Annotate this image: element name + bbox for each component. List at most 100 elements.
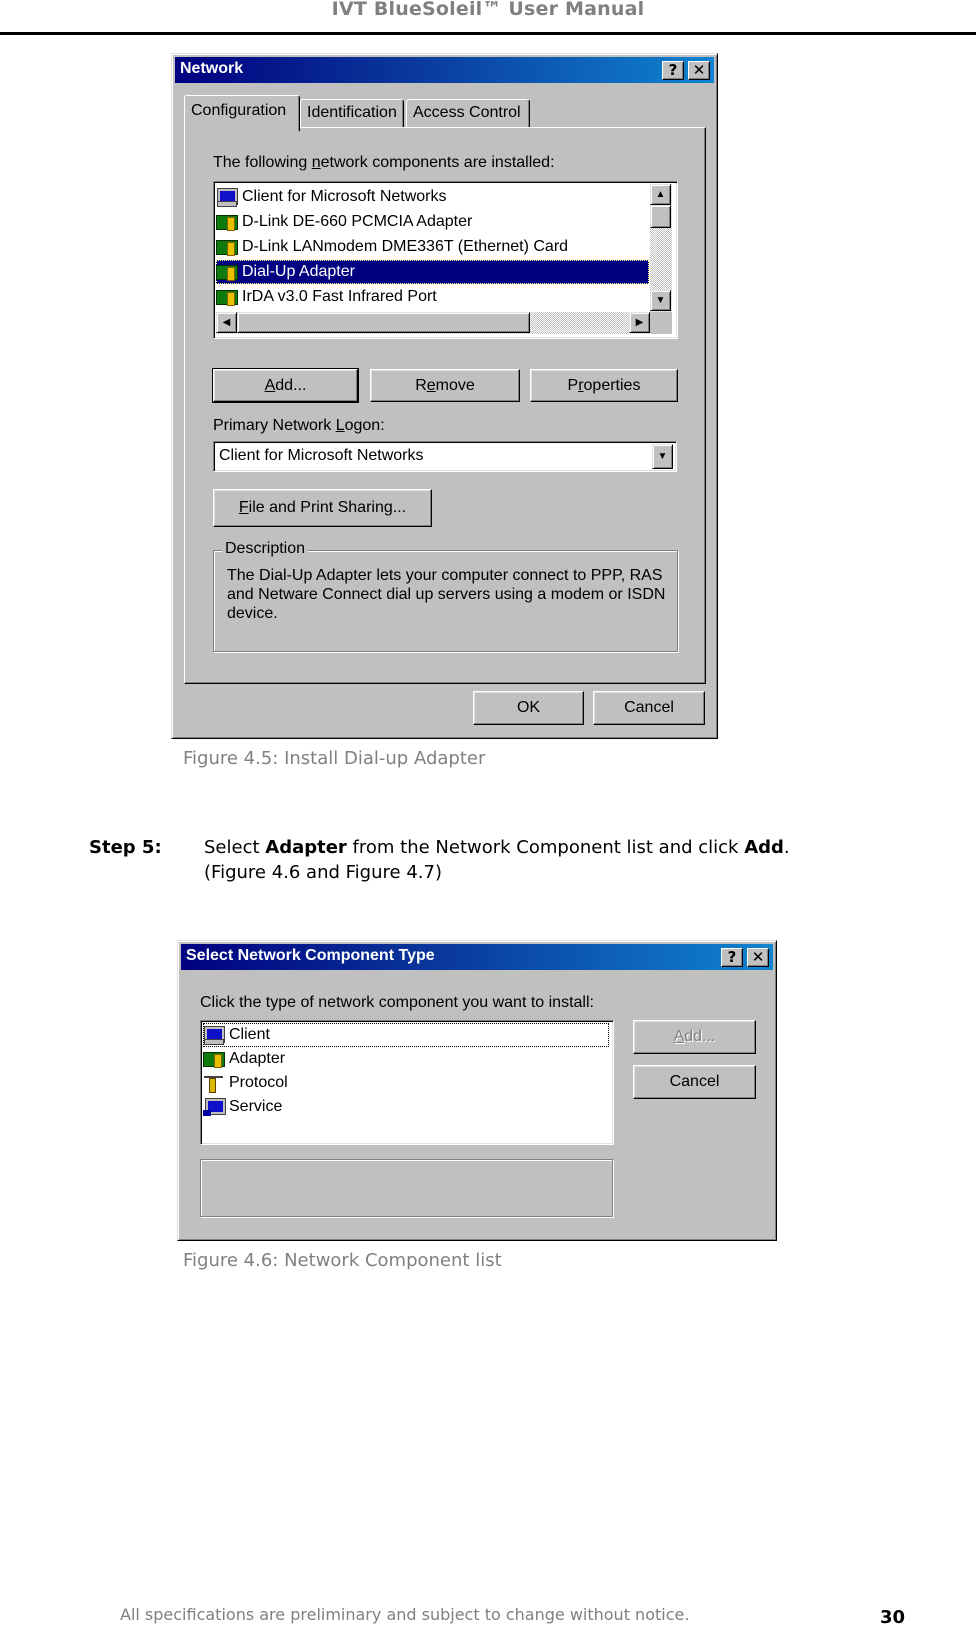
cancel-button-label: Cancel <box>669 1073 720 1090</box>
dropdown-button[interactable]: ▼ <box>652 444 673 469</box>
arrow-left-icon: ◀ <box>222 317 231 328</box>
client-icon <box>216 188 238 207</box>
component-description-box <box>200 1159 613 1217</box>
file-print-sharing-button[interactable]: File and Print Sharing... <box>213 489 432 527</box>
arrow-down-icon: ▼ <box>655 295 666 306</box>
page-header: IVT BlueSoleil™ User Manual <box>0 0 976 35</box>
scroll-right-button[interactable]: ▶ <box>629 312 650 333</box>
window-title: Network <box>180 60 244 77</box>
tab-access-control[interactable]: Access Control <box>406 99 530 129</box>
step-figure-reference: (Figure 4.6 and Figure 4.7) <box>204 862 442 883</box>
components-list[interactable]: Client for Microsoft Networks D-Link DE-… <box>213 181 678 339</box>
properties-button[interactable]: Properties <box>530 369 678 402</box>
vertical-scroll-thumb[interactable] <box>650 205 671 228</box>
component-type-prompt: Click the type of network component you … <box>200 994 594 1011</box>
add-button-label: Add... <box>673 1028 716 1045</box>
protocol-icon <box>203 1074 225 1093</box>
horizontal-scroll-thumb[interactable] <box>237 312 530 333</box>
properties-button-label: Properties <box>567 376 641 394</box>
window-title: Select Network Component Type <box>186 947 435 964</box>
close-button[interactable]: ✕ <box>747 948 769 967</box>
components-label: The following network components are ins… <box>213 154 555 171</box>
configuration-panel: The following network components are ins… <box>184 127 706 684</box>
footer-notice: All specifications are preliminary and s… <box>120 1605 690 1624</box>
description-legend: Description <box>222 540 309 558</box>
description-line: device. <box>227 605 278 622</box>
close-button[interactable]: ✕ <box>688 61 710 80</box>
scroll-up-button[interactable]: ▲ <box>650 184 671 205</box>
primary-logon-select[interactable]: Client for Microsoft Networks ▼ <box>213 441 677 472</box>
scrollbar-corner <box>650 312 672 334</box>
title-bar[interactable]: Network ? ✕ <box>175 57 714 83</box>
step-instruction: Select Adapter from the Network Componen… <box>204 837 790 858</box>
cancel-button[interactable]: Cancel <box>593 691 705 725</box>
cancel-button-label: Cancel <box>624 699 674 716</box>
title-bar[interactable]: Select Network Component Type ? ✕ <box>181 944 773 970</box>
list-item-service[interactable]: Service <box>203 1095 609 1119</box>
description-line: and Netware Connect dial up servers usin… <box>227 586 666 603</box>
adapter-icon <box>216 238 238 256</box>
add-button-label: Add... <box>264 376 307 394</box>
ok-button[interactable]: OK <box>473 691 584 725</box>
figure-caption: Figure 4.5: Install Dial-up Adapter <box>183 748 486 769</box>
tab-identification[interactable]: Identification <box>300 99 404 129</box>
tab-label: Access Control <box>413 104 521 121</box>
list-item-client[interactable]: Client <box>203 1023 609 1047</box>
tab-label: Configuration <box>191 102 287 119</box>
list-item-label: Client <box>229 1026 270 1043</box>
help-button[interactable]: ? <box>721 948 743 967</box>
arrow-right-icon: ▶ <box>635 317 644 328</box>
list-item-label: Client for Microsoft Networks <box>242 188 447 205</box>
list-item-label: Protocol <box>229 1074 288 1091</box>
adapter-icon <box>203 1050 225 1068</box>
remove-button[interactable]: Remove <box>370 369 520 402</box>
primary-logon-label: Primary Network Logon: <box>213 417 385 434</box>
component-type-list[interactable]: Client Adapter Protocol Service <box>200 1020 614 1145</box>
figure-caption: Figure 4.6: Network Component list <box>183 1250 502 1271</box>
adapter-icon <box>216 263 238 281</box>
client-icon <box>203 1026 225 1045</box>
description-line: The Dial-Up Adapter lets your computer c… <box>227 567 663 584</box>
remove-button-label: Remove <box>415 376 475 394</box>
close-icon: ✕ <box>692 61 706 79</box>
ok-button-label: OK <box>516 699 541 716</box>
adapter-icon <box>216 213 238 231</box>
select-component-dialog: Select Network Component Type ? ✕ Click … <box>177 940 777 1241</box>
list-item-label: Dial-Up Adapter <box>242 263 355 280</box>
service-icon <box>203 1098 226 1116</box>
tab-label: Identification <box>307 104 397 121</box>
tab-configuration[interactable]: Configuration <box>184 95 300 131</box>
list-item-adapter[interactable]: Adapter <box>203 1047 609 1071</box>
list-item-label: Service <box>229 1098 283 1115</box>
list-item[interactable]: D-Link DE-660 PCMCIA Adapter <box>216 210 649 234</box>
list-item-label: Adapter <box>229 1050 286 1067</box>
page-number: 30 <box>880 1607 906 1628</box>
step-label: Step 5: <box>89 837 162 858</box>
header-rule <box>0 32 976 35</box>
scroll-down-button[interactable]: ▼ <box>650 290 671 311</box>
adapter-icon <box>216 288 238 306</box>
list-item[interactable]: D-Link LANmodem DME336T (Ethernet) Card <box>216 235 649 259</box>
help-icon: ? <box>727 948 737 966</box>
list-item-label: IrDA v3.0 Fast Infrared Port <box>242 288 437 305</box>
chevron-down-icon: ▼ <box>657 451 668 462</box>
close-icon: ✕ <box>751 948 765 966</box>
file-print-sharing-label: File and Print Sharing... <box>238 499 407 516</box>
list-item-label: D-Link LANmodem DME336T (Ethernet) Card <box>242 238 569 255</box>
list-item-label: D-Link DE-660 PCMCIA Adapter <box>242 213 473 230</box>
list-item-selected[interactable]: Dial-Up Adapter <box>216 260 649 284</box>
help-button[interactable]: ? <box>662 61 684 80</box>
network-dialog: Network ? ✕ Configuration Identification… <box>171 53 718 739</box>
list-item-protocol[interactable]: Protocol <box>203 1071 609 1095</box>
arrow-up-icon: ▲ <box>655 189 666 200</box>
help-icon: ? <box>668 61 678 79</box>
list-item[interactable]: Client for Microsoft Networks <box>216 185 649 209</box>
cancel-button[interactable]: Cancel <box>633 1065 756 1099</box>
list-item[interactable]: IrDA v3.0 Fast Infrared Port <box>216 285 649 309</box>
add-button[interactable]: Add... <box>212 368 359 403</box>
manual-title: IVT BlueSoleil™ User Manual <box>331 0 645 20</box>
primary-logon-value: Client for Microsoft Networks <box>219 447 424 464</box>
description-group: Description The Dial-Up Adapter lets you… <box>213 540 678 652</box>
add-button[interactable]: Add... <box>633 1020 756 1054</box>
scroll-left-button[interactable]: ◀ <box>216 312 237 333</box>
